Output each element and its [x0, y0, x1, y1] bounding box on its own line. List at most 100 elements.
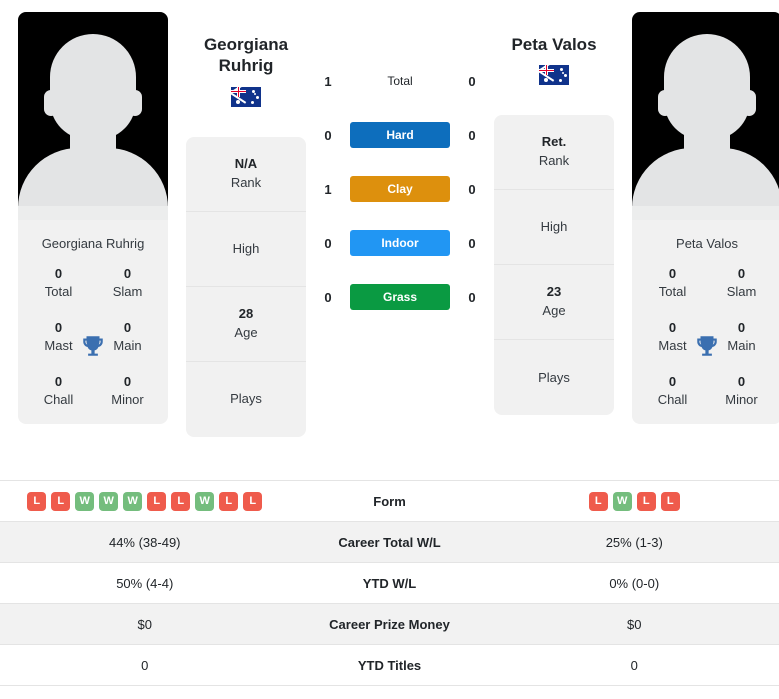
- trophy-icon: [83, 335, 103, 356]
- info-age-right: 23 Age: [494, 265, 614, 341]
- title-stat-total-left: 0 Total: [24, 265, 93, 300]
- surface-label-total: Total: [387, 74, 413, 88]
- surface-row-grass: 0 Grass 0: [306, 284, 494, 310]
- stat-value-left: 44% (38-49): [108, 534, 181, 550]
- title-stat-slam-right: 0 Slam: [707, 265, 776, 300]
- title-value: 0: [737, 266, 746, 281]
- info-panel-left: N/A Rank High 28 Age Plays: [186, 136, 306, 437]
- stat-label-career-total-wl: Career Total W/L: [338, 534, 441, 550]
- surface-row-indoor: 0 Indoor 0: [306, 230, 494, 256]
- title-stat-total-right: 0 Total: [638, 265, 707, 300]
- surface-head-to-head-column: 1 Total 0 0 Hard 0 1 Clay 0 0 Indoor 0 0…: [306, 12, 494, 310]
- info-value: 28: [238, 305, 254, 321]
- info-value: Ret.: [541, 134, 567, 150]
- info-label: Age: [234, 324, 258, 340]
- stat-label-form: Form: [373, 493, 406, 509]
- title-value: 0: [123, 374, 132, 390]
- stat-row-ytd-wl: 50% (4-4) YTD W/L 0% (0-0): [0, 563, 779, 604]
- player-info-column-left: Georgiana Ruhrig N/A Rank High 28 Age Pl…: [186, 12, 306, 437]
- form-badge-l: L: [27, 491, 47, 511]
- info-label: Rank: [230, 174, 262, 190]
- info-rank-right: Ret. Rank: [494, 115, 614, 191]
- avatar-silhouette-floor: [632, 206, 779, 220]
- stat-label-career-prize-money: Career Prize Money: [329, 616, 450, 632]
- form-badge-l: L: [636, 491, 656, 511]
- player-photo-right: [632, 12, 779, 220]
- info-label: Age: [542, 303, 566, 319]
- form-badges-left: LLWWWLLWLL: [0, 491, 290, 511]
- info-label: Plays: [538, 369, 570, 385]
- stat-value-left: 50% (4-4): [116, 575, 174, 591]
- player-photo-caption-left: Georgiana Ruhrig: [41, 236, 145, 251]
- title-value: 0: [54, 266, 63, 281]
- title-value: 0: [668, 266, 677, 281]
- avatar-silhouette-ear-left: [658, 90, 672, 116]
- surface-score-left: 0: [324, 127, 332, 143]
- surface-label-hard: Hard: [350, 122, 450, 148]
- surface-score-left: 0: [324, 289, 332, 305]
- stat-value-right: 0: [630, 657, 638, 673]
- info-high-right: High: [494, 190, 614, 266]
- form-badge-w: W: [612, 491, 632, 511]
- surface-score-right: 0: [468, 181, 476, 197]
- player-card-left: Georgiana Ruhrig 0 Total 0 Slam 0 Mast 0…: [18, 12, 168, 425]
- player-name-right: Peta Valos: [511, 34, 596, 55]
- stat-label-ytd-titles: YTD Titles: [357, 657, 422, 673]
- info-label: High: [232, 240, 260, 256]
- stat-row-ytd-titles: 0 YTD Titles 0: [0, 645, 779, 686]
- stat-row-career-prize-money: $0 Career Prize Money $0: [0, 604, 779, 645]
- title-stat-minor-left: 0 Minor: [93, 373, 162, 408]
- form-badges-right: LWLL: [490, 491, 779, 511]
- title-stat-slam-left: 0 Slam: [93, 265, 162, 300]
- stat-label-ytd-wl: YTD W/L: [362, 575, 417, 591]
- info-high-left: High: [186, 212, 306, 287]
- form-badge-w: W: [99, 491, 119, 511]
- surface-row-hard: 0 Hard 0: [306, 122, 494, 148]
- stat-value-right: $0: [627, 616, 642, 632]
- surface-label-clay: Clay: [350, 176, 450, 202]
- comparison-stats-table: LLWWWLLWLL Form LWLL 44% (38-49) Career …: [0, 480, 779, 686]
- title-value: 0: [737, 374, 746, 390]
- surface-score-right: 0: [468, 235, 476, 251]
- form-badge-l: L: [171, 491, 191, 511]
- australia-flag-icon-right: [539, 65, 569, 86]
- player-name-left: Georgiana Ruhrig: [204, 34, 288, 77]
- title-stat-minor-right: 0 Minor: [707, 373, 776, 408]
- stat-row-form: LLWWWLLWLL Form LWLL: [0, 481, 779, 522]
- surface-label-grass: Grass: [350, 284, 450, 310]
- info-label: Rank: [538, 153, 570, 169]
- form-badge-l: L: [660, 491, 680, 511]
- form-badge-l: L: [219, 491, 239, 511]
- player-name-line1: Peta Valos: [511, 35, 597, 54]
- surface-row-total: 1 Total 0: [306, 68, 494, 94]
- form-badge-w: W: [75, 491, 95, 511]
- surface-score-left: 0: [324, 235, 332, 251]
- title-value: 0: [123, 266, 132, 281]
- title-value: 0: [54, 374, 63, 390]
- titles-grid-right: 0 Total 0 Slam 0 Mast 0 Main 0 Chall 0 M…: [632, 265, 779, 424]
- surface-score-left: 1: [324, 73, 332, 89]
- info-label: High: [540, 219, 568, 235]
- title-label: Chall: [657, 391, 688, 407]
- title-stat-chall-left: 0 Chall: [24, 373, 93, 408]
- form-badge-l: L: [147, 491, 167, 511]
- surface-score-right: 0: [468, 127, 476, 143]
- player-comparison-zone: Georgiana Ruhrig 0 Total 0 Slam 0 Mast 0…: [0, 0, 779, 480]
- title-label: Total: [44, 283, 73, 299]
- form-badge-l: L: [51, 491, 71, 511]
- form-badge-l: L: [243, 491, 263, 511]
- surface-score-right: 0: [468, 289, 476, 305]
- info-label: Plays: [230, 391, 262, 407]
- title-value: 0: [668, 374, 677, 390]
- titles-grid-left: 0 Total 0 Slam 0 Mast 0 Main 0 Chall 0 M…: [18, 265, 168, 424]
- surface-score-right: 0: [468, 73, 476, 89]
- form-badge-l: L: [588, 491, 608, 511]
- title-label: Slam: [112, 283, 143, 299]
- info-plays-left: Plays: [186, 362, 306, 437]
- player-photo-left: [18, 12, 168, 220]
- title-label: Minor: [111, 391, 144, 407]
- info-value: N/A: [234, 155, 258, 171]
- stat-value-left: 0: [141, 657, 149, 673]
- surface-row-clay: 1 Clay 0: [306, 176, 494, 202]
- surface-score-left: 1: [324, 181, 332, 197]
